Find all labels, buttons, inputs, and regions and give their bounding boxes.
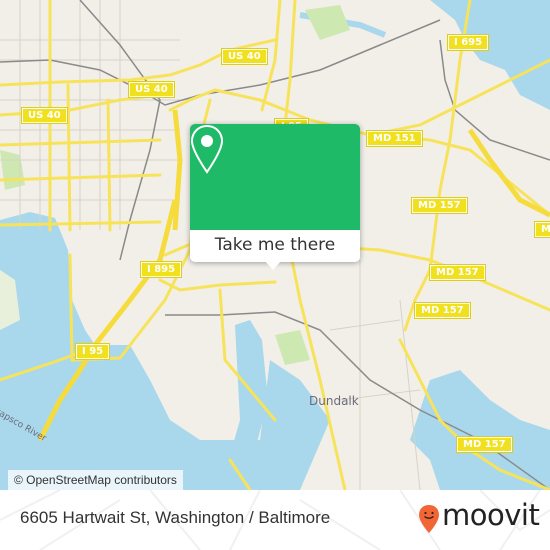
shield-us40-b: US 40	[221, 48, 268, 65]
moovit-pin-icon	[419, 505, 439, 533]
moovit-wordmark: moovit	[442, 498, 540, 532]
popup-header	[190, 124, 360, 230]
popup-pointer	[265, 261, 281, 270]
place-label-dundalk: Dundalk	[309, 394, 359, 408]
shield-md151: MD 151	[366, 130, 423, 147]
destination-popup: Take me there	[190, 124, 360, 270]
moovit-logo[interactable]: moovit	[418, 498, 540, 534]
shield-us40-a: US 40	[128, 81, 175, 98]
shield-i95: I 95	[74, 343, 111, 360]
shield-md157-a: MD 157	[411, 197, 468, 214]
water-creek	[410, 370, 550, 490]
map-view[interactable]: US 40 US 40 US 40 I 695 I 95 MD 151 MD 1…	[0, 0, 550, 490]
shield-i895: I 895	[139, 261, 183, 278]
shield-i695: I 695	[446, 34, 490, 51]
park-2	[0, 150, 25, 190]
map-pin-icon	[190, 124, 224, 174]
shield-us40-c: US 40	[21, 107, 68, 124]
park-3	[275, 330, 310, 365]
shield-md157-e: MD 157	[534, 221, 550, 238]
shield-md157-c: MD 157	[414, 302, 471, 319]
footer-bar: 6605 Hartwait St, Washington / Baltimore…	[0, 490, 550, 550]
water-northeast	[430, 0, 550, 110]
take-me-there-button[interactable]: Take me there	[190, 230, 360, 262]
shield-md157-d: MD 157	[456, 436, 513, 453]
map-attribution[interactable]: © OpenStreetMap contributors	[8, 470, 183, 490]
shield-md157-b: MD 157	[429, 264, 486, 281]
park-1	[305, 5, 350, 40]
address-text: 6605 Hartwait St, Washington / Baltimore	[20, 508, 331, 527]
